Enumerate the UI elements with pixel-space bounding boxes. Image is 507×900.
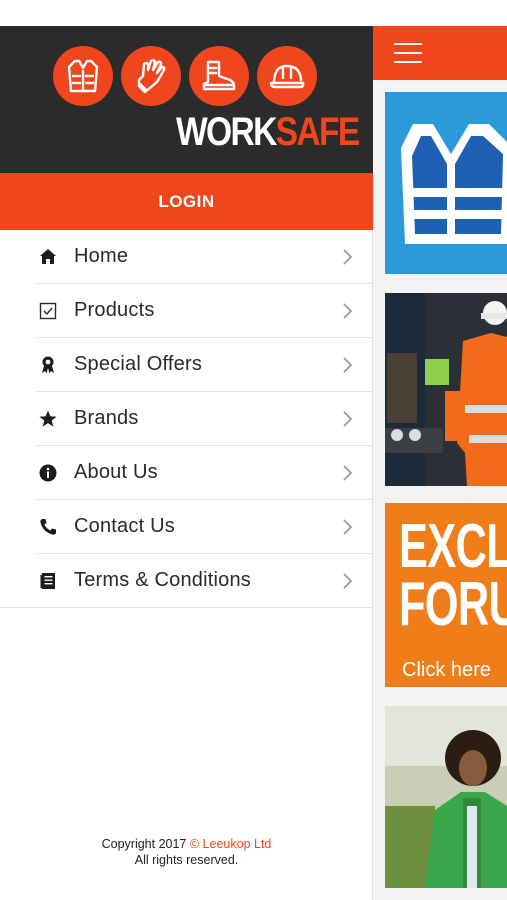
chevron-right-icon [343,303,353,319]
promo-heading-line2: FORU [399,570,507,639]
checkbox-icon [37,300,59,322]
leeukop-link[interactable]: © Leeukop Ltd [190,837,272,851]
main-content: EXCL FORU Click here [373,26,507,900]
menu-item-label: Special Offers [74,353,203,375]
category-tile-vest[interactable] [385,92,507,274]
vest-illustration-icon [401,124,507,244]
menu-item-label: About Us [74,461,158,483]
menu-item-special-offers[interactable]: Special Offers [37,338,373,392]
top-bar [373,26,507,80]
chevron-right-icon [343,573,353,589]
person-photo-image [385,706,507,888]
promo-heading-line1: EXCL [399,512,507,581]
menu-item-terms-conditions[interactable]: Terms & Conditions [0,554,373,608]
home-icon [37,246,59,268]
brand-word-safe: SAFE [275,110,361,154]
drawer-menu: Home Products Special Offers Brands Abou… [0,230,373,608]
menu-item-label: Brands [74,407,139,429]
drawer-header: WORKSAFE [0,26,373,173]
info-icon [37,462,59,484]
chevron-right-icon [343,411,353,427]
menu-item-brands[interactable]: Brands [37,392,373,446]
promo-click-here[interactable]: Click here [402,659,491,682]
glove-icon [121,46,181,106]
vest-icon [53,46,113,106]
copyright-notice: Copyright 2017 © Leeukop Ltd All rights … [0,836,373,868]
menu-item-label: Home [74,245,129,267]
brand-wordmark: WORKSAFE [176,110,361,154]
menu-item-contact-us[interactable]: Contact Us [37,500,373,554]
menu-item-about-us[interactable]: About Us [37,446,373,500]
phone-icon [37,516,59,538]
star-icon [37,408,59,430]
menu-item-label: Terms & Conditions [74,569,251,591]
document-icon [37,570,59,592]
menu-item-label: Products [74,299,155,321]
category-tile-jacket-photo[interactable] [385,706,507,888]
navigation-drawer: WORKSAFE LOGIN Home Products Special Off… [0,26,373,900]
category-tile-workwear-photo[interactable] [385,293,507,486]
brand-logo-icons [53,46,317,106]
menu-item-products[interactable]: Products [37,284,373,338]
menu-item-label: Contact Us [74,515,175,537]
award-ribbon-icon [37,354,59,376]
chevron-right-icon [343,249,353,265]
chevron-right-icon [343,465,353,481]
copyright-text: Copyright 2017 [101,837,190,851]
hamburger-icon[interactable] [394,43,422,63]
promo-banner[interactable]: EXCL FORU Click here [385,503,507,687]
brand-word-work: WORK [176,110,277,154]
menu-item-home[interactable]: Home [37,230,373,284]
hard-hat-icon [257,46,317,106]
app-screen: WORKSAFE LOGIN Home Products Special Off… [0,0,507,900]
chevron-right-icon [343,357,353,373]
worker-photo-image [385,293,507,486]
chevron-right-icon [343,519,353,535]
boot-icon [189,46,249,106]
rights-reserved-text: All rights reserved. [134,853,239,867]
login-button[interactable]: LOGIN [0,173,373,230]
